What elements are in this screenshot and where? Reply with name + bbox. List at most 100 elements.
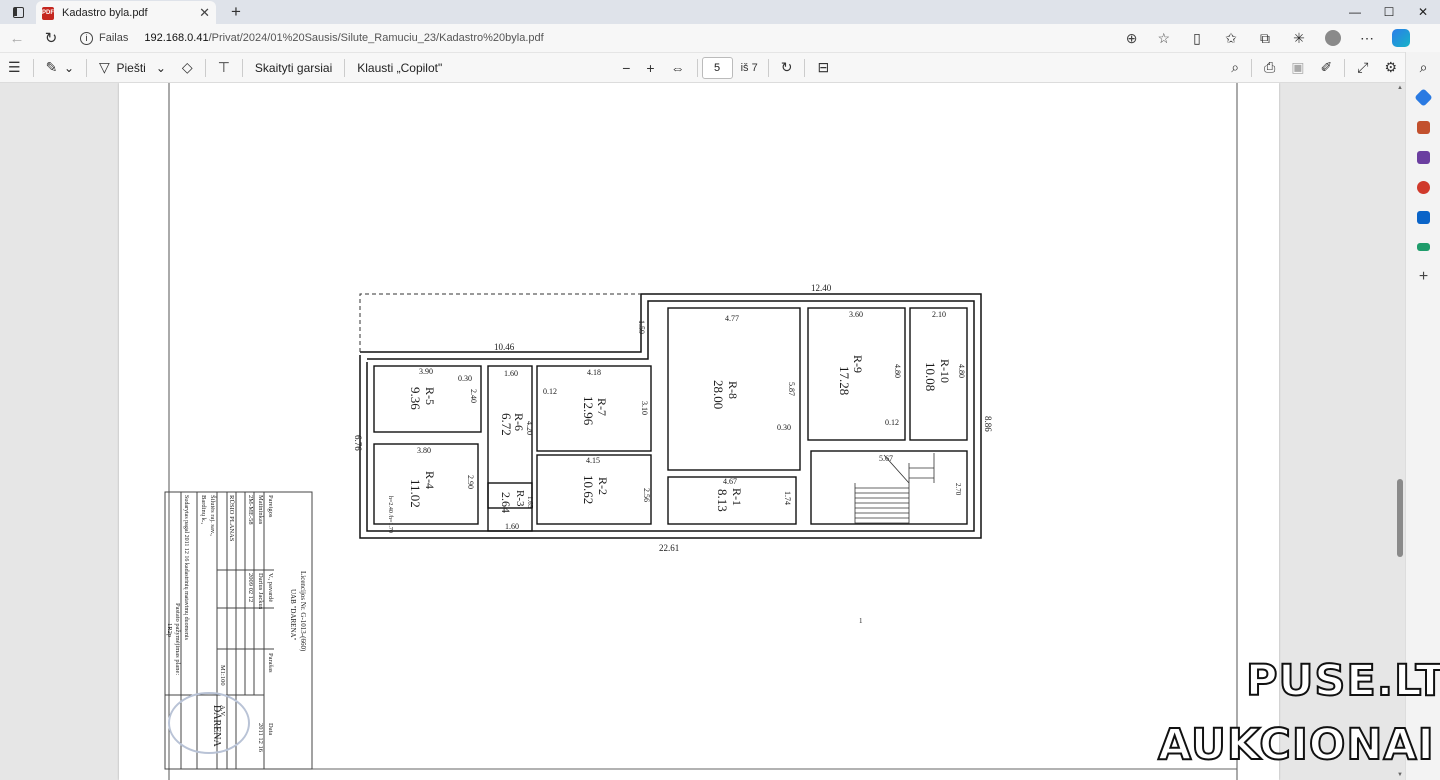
room-r7-id: R-7 — [595, 398, 609, 416]
erase-button[interactable]: ◇ — [174, 56, 201, 80]
sidebar-tools[interactable] — [1406, 112, 1440, 142]
scheme-label: Failas — [99, 32, 129, 44]
draw-icon: ▽ — [99, 59, 110, 75]
expand-icon: ⤢ — [1357, 59, 1369, 75]
sidebar-outlook[interactable] — [1406, 202, 1440, 232]
pdf-settings-button[interactable]: ⚙ — [1376, 56, 1405, 80]
text-button[interactable]: ⊤ — [210, 56, 238, 80]
tab-actions-button[interactable] — [0, 0, 36, 24]
room-r10-height: 4.80 — [957, 364, 966, 378]
favorite-star-icon[interactable]: ☆ — [1157, 30, 1170, 47]
list-icon: ☰ — [8, 59, 21, 75]
rotate-button[interactable]: ↻ — [773, 56, 801, 80]
tb-license: Licencijos Nr. G-1013-(660) — [299, 571, 307, 652]
room-r3-id: R-3 — [514, 490, 526, 507]
pdf-viewer[interactable]: 12.40 10.46 22.61 8.86 6.76 1.59 4.77 R-… — [0, 83, 1405, 780]
title-block: DARENA UAB "DARENA" Licencijos Nr. G-101… — [164, 491, 313, 770]
eraser-icon: ◇ — [181, 59, 193, 75]
rotate-icon: ↻ — [780, 59, 793, 75]
draw-button[interactable]: ▽ Piešti ⌄ — [91, 56, 174, 80]
refresh-button[interactable]: ↻ — [34, 24, 68, 52]
close-window-button[interactable]: ✕ — [1406, 0, 1440, 24]
dim-top-width: 12.40 — [811, 283, 832, 293]
favorites-icon[interactable]: ✩ — [1214, 30, 1248, 47]
extensions-icon[interactable]: ✳ — [1282, 30, 1316, 47]
gear-icon: ⚙ — [1384, 59, 1397, 75]
zoom-in-button[interactable]: + — [638, 56, 662, 80]
more-menu-icon[interactable]: ⋯ — [1350, 30, 1384, 47]
room-r5-height: 2.40 — [469, 389, 478, 403]
zoom-icon[interactable]: ⊕ — [1126, 30, 1138, 47]
plus-icon: + — [1418, 268, 1429, 285]
fit-width-button[interactable]: ⇔ — [663, 56, 693, 80]
sidebar-games[interactable] — [1406, 142, 1440, 172]
url-host: 192.168.0.41 — [144, 32, 209, 44]
room-r8-width: 4.77 — [725, 314, 739, 323]
page-view-button[interactable]: ⊟ — [809, 56, 837, 80]
scroll-up-icon[interactable]: ▲ — [1396, 85, 1404, 91]
text-box-icon: ⊤ — [217, 59, 230, 75]
minimize-button[interactable]: — — [1338, 0, 1372, 24]
profile-avatar[interactable] — [1325, 30, 1341, 46]
room-r5-extra: 0.30 — [458, 374, 472, 383]
address-bar-row: ← ↻ i Failas 192.168.0.41 /Privat/2024/0… — [0, 24, 1440, 52]
back-button[interactable]: ← — [0, 24, 34, 52]
sidebar-drop[interactable] — [1406, 232, 1440, 262]
room-r3-area: 2.64 — [499, 492, 513, 513]
room-r10-area: 10.08 — [923, 362, 938, 391]
highlight-button[interactable]: ✎ ⌄ — [38, 56, 82, 80]
save-as-button[interactable]: ✐ — [1313, 56, 1341, 80]
save-button[interactable]: ▣ — [1283, 56, 1312, 80]
dim-left-top: 10.46 — [494, 342, 515, 352]
print-button[interactable]: ⎙ — [1256, 56, 1283, 80]
fullscreen-button[interactable]: ⤢ — [1349, 56, 1376, 80]
tb-col-name: V., pavardė — [267, 573, 274, 602]
tb-scale: M1:100 — [219, 665, 226, 686]
read-aloud-button[interactable]: Skaityti garsiai — [247, 56, 340, 80]
tab-strip: PDF Kadastro byla.pdf ✕ + — ☐ ✕ — [0, 0, 1440, 25]
office-icon — [1417, 180, 1430, 194]
contents-button[interactable]: ☰ — [0, 56, 29, 80]
copilot-icon[interactable] — [1392, 29, 1410, 47]
restore-button[interactable]: ☐ — [1372, 0, 1406, 24]
new-tab-button[interactable]: + — [226, 2, 246, 22]
split-screen-icon[interactable]: ▯ — [1180, 30, 1214, 47]
find-button[interactable]: ⌕ — [1223, 56, 1247, 80]
room-r6-width: 1.60 — [504, 369, 518, 378]
room-r8-height: 5.87 — [787, 382, 796, 396]
tb-col-role: Pareigos — [267, 495, 274, 518]
tb-area-code: 1R2p — [166, 623, 173, 637]
tb-role-code: 2M-ME-58 — [247, 495, 254, 525]
pdf-icon: PDF — [42, 6, 54, 20]
tag-icon — [1414, 87, 1433, 107]
sidebar-shopping[interactable] — [1406, 82, 1440, 112]
page-view-icon: ⊟ — [817, 59, 830, 75]
ask-copilot-button[interactable]: Klausti „Copilot" — [349, 56, 450, 80]
tb-col-sign: Parašas — [267, 653, 274, 673]
room-r8-area: 28.00 — [711, 380, 726, 409]
collections-icon[interactable]: ⧉ — [1248, 30, 1282, 47]
room-r3-width: 1.60 — [505, 522, 519, 531]
outlook-icon — [1417, 210, 1430, 224]
zoom-out-button[interactable]: − — [614, 56, 638, 80]
address-bar[interactable]: i Failas 192.168.0.41 /Privat/2024/01%20… — [72, 26, 1180, 50]
sidebar-add[interactable]: + — [1406, 262, 1440, 292]
send-icon — [1417, 243, 1430, 251]
scroll-down-icon[interactable]: ▼ — [1396, 772, 1404, 778]
tb-plan-title: RŪSIO PLANAS — [228, 495, 235, 542]
tab-active[interactable]: PDF Kadastro byla.pdf ✕ — [36, 1, 216, 25]
info-icon[interactable]: i — [80, 31, 93, 45]
room-r9-width: 3.60 — [849, 310, 863, 319]
scrollbar-thumb[interactable] — [1397, 479, 1403, 557]
stair-dim2: 2.70 — [954, 483, 962, 496]
sidebar-office[interactable] — [1406, 172, 1440, 202]
tab-close-icon[interactable]: ✕ — [199, 5, 210, 21]
sidebar-search[interactable]: ⌕ — [1406, 52, 1440, 82]
floor-plan-drawing: 12.40 10.46 22.61 8.86 6.76 1.59 4.77 R-… — [164, 83, 1238, 780]
search-icon: ⌕ — [1419, 58, 1428, 75]
draw-label: Piešti — [116, 60, 146, 75]
page-number-input[interactable]: 5 — [701, 56, 733, 79]
pdf-toolbar: ☰ ✎ ⌄ ▽ Piešti ⌄ ◇ ⊤ Skaityti garsiai Kl… — [0, 52, 1405, 83]
tb-role: Matininkas — [257, 495, 264, 525]
room-r2-height: 2.56 — [642, 488, 651, 502]
